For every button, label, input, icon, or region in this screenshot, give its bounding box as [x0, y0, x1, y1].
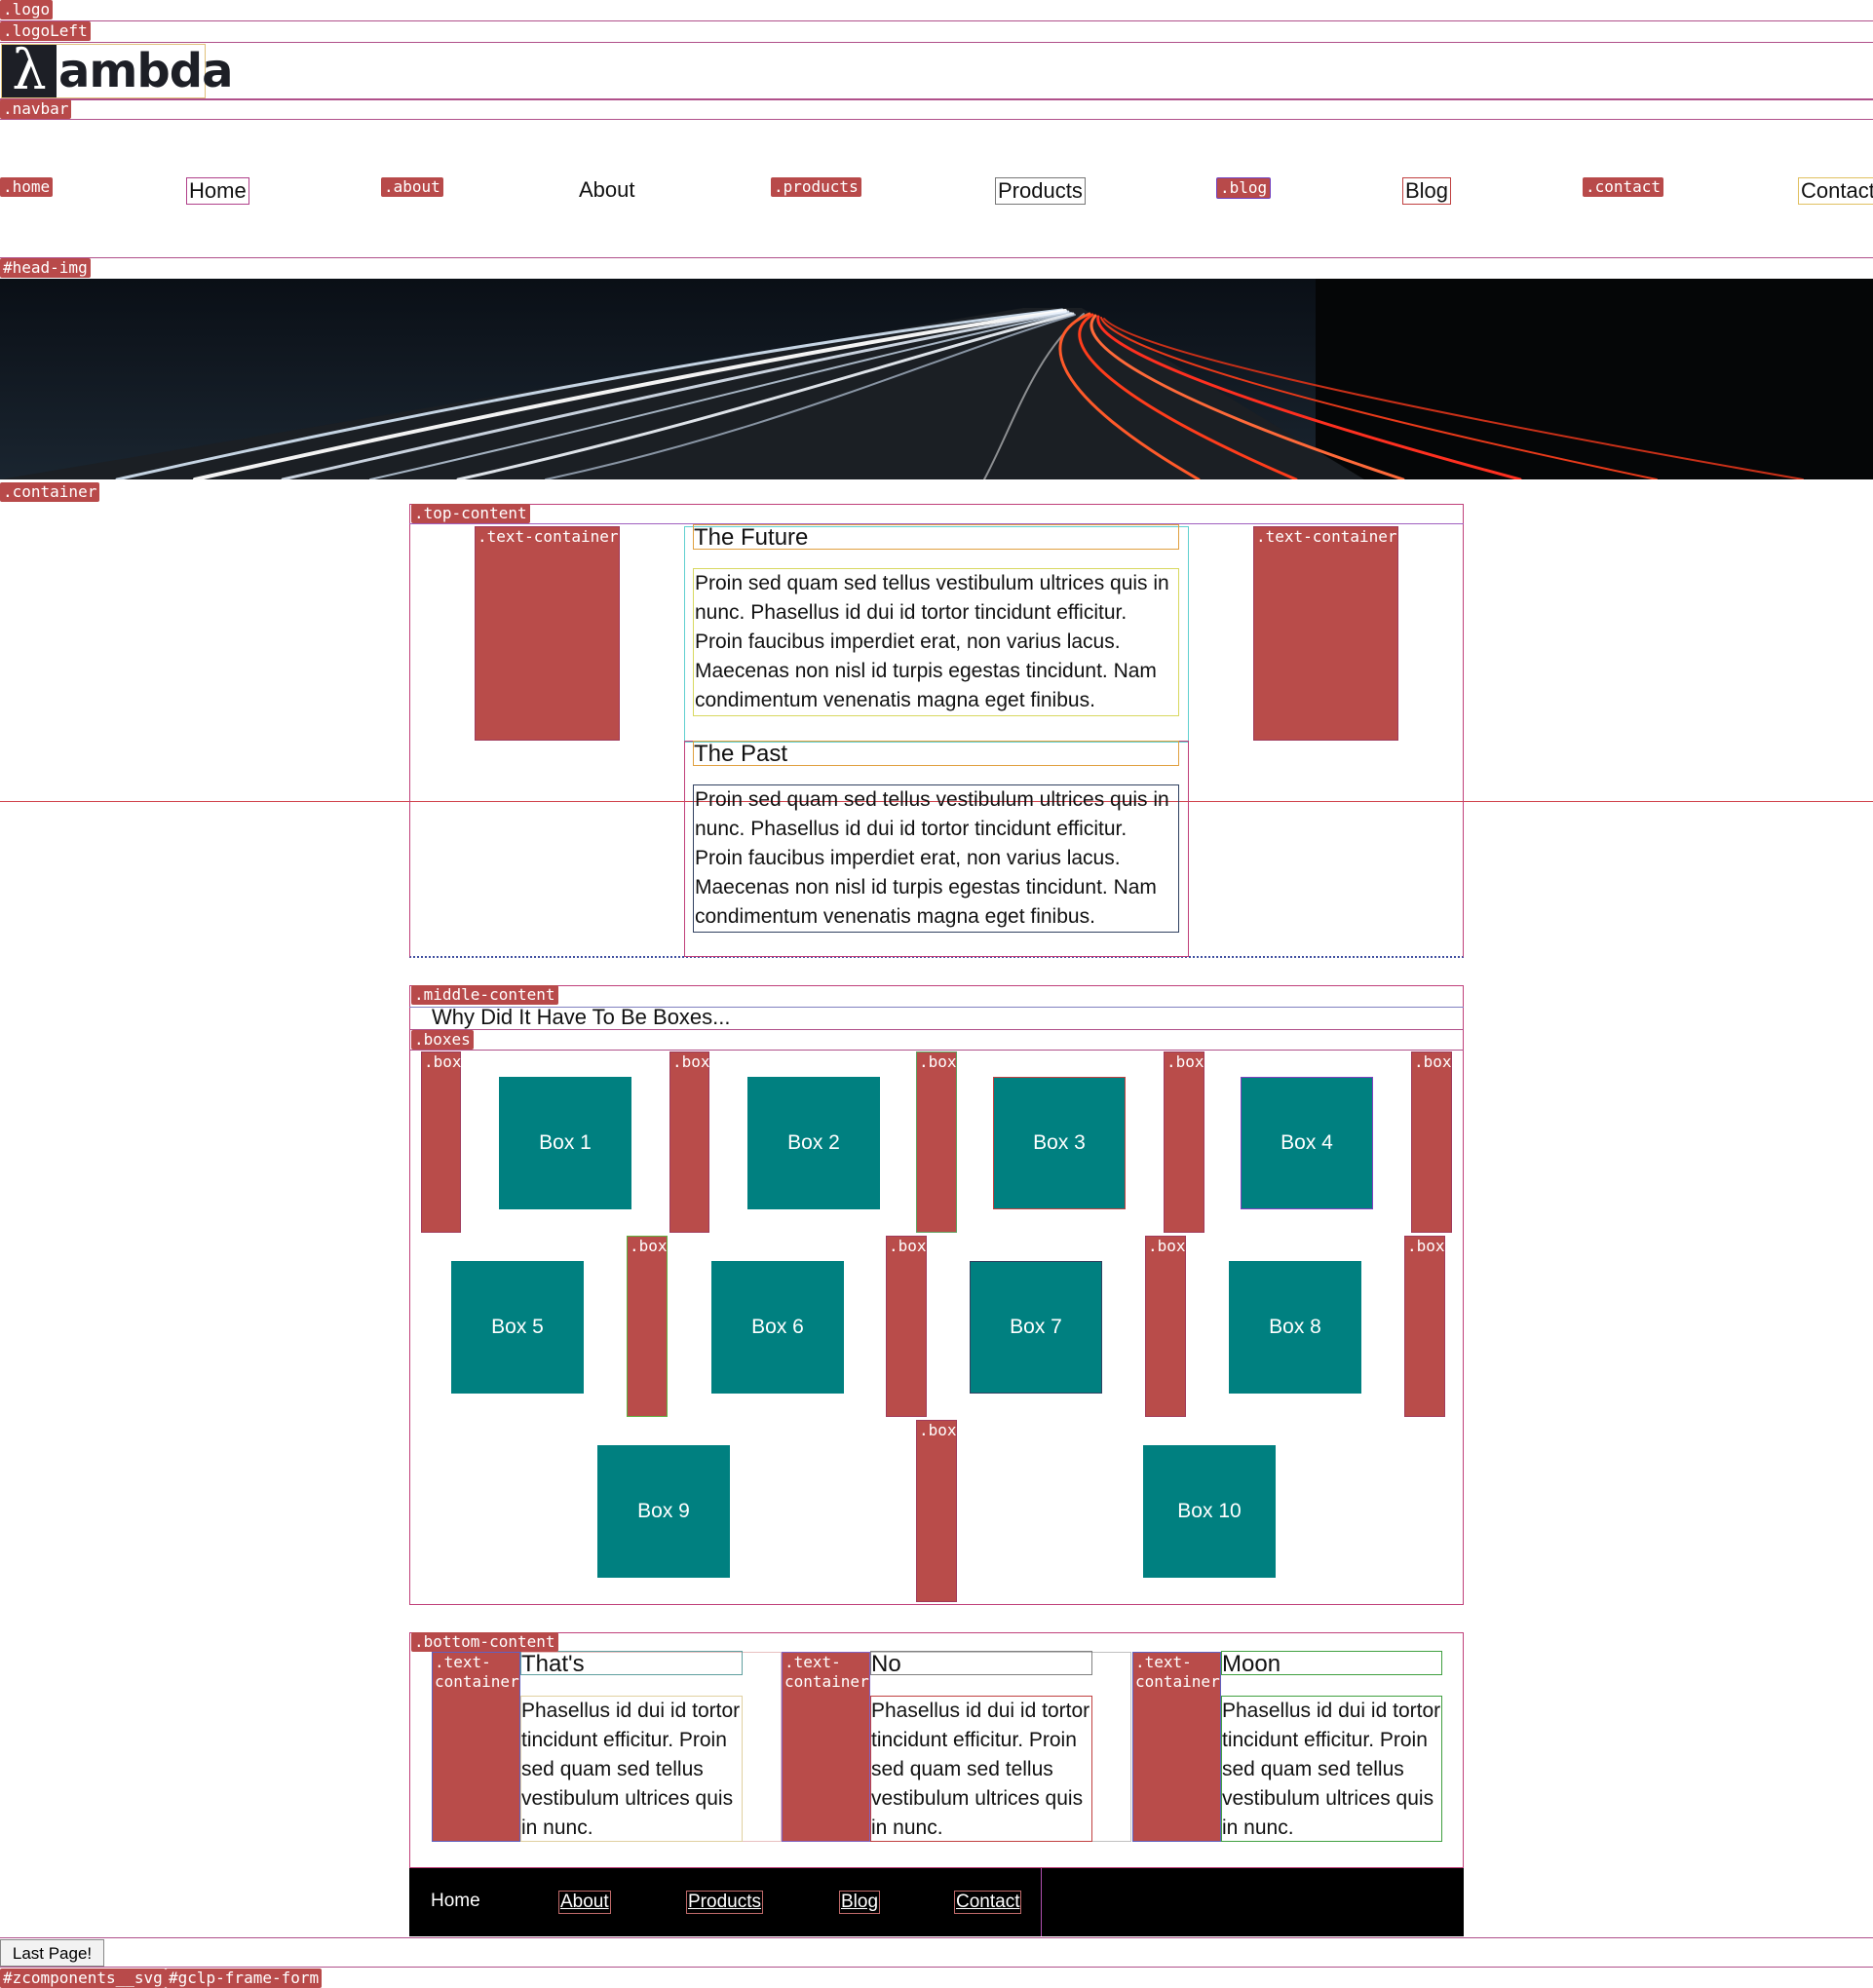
middle-heading: Why Did It Have To Be Boxes... — [432, 1005, 731, 1029]
bottom-text-3: Phasellus id dui id tortor tincidunt eff… — [1221, 1696, 1442, 1842]
products-tag: .products — [771, 177, 861, 197]
box-spacer: .box — [421, 1051, 462, 1233]
box-spacer: .box — [916, 1420, 957, 1602]
box-spacer: .box — [1404, 1236, 1445, 1417]
home-tag: .home — [0, 177, 54, 197]
box-spacer: .box — [1411, 1051, 1452, 1233]
contact-tag: .contact — [1583, 177, 1664, 197]
box-8: Box 8 — [1229, 1261, 1361, 1394]
box-spacer: .box — [669, 1051, 710, 1233]
text-container-tag: .text- container — [784, 1653, 869, 1691]
box-spacer: .box — [1164, 1051, 1204, 1233]
navbar-inner-outline — [0, 119, 1873, 120]
bottom-title-2: No — [870, 1651, 1092, 1677]
zcomponents-svg-tag: #zcomponents__svg — [0, 1969, 166, 1988]
box-tag: .box — [919, 1421, 957, 1439]
box-tag: .box — [889, 1237, 927, 1255]
footer-contact-link[interactable]: Contact — [954, 1891, 1022, 1914]
box-tag: .box — [1166, 1052, 1204, 1071]
navbar-bottom-outline — [0, 257, 1873, 258]
boxes-tag: .boxes — [411, 1030, 474, 1050]
text-container-tag: .text- container — [435, 1653, 519, 1691]
future-title: The Future — [693, 524, 1179, 551]
footer-blog-link[interactable]: Blog — [839, 1891, 881, 1914]
box-2: Box 2 — [747, 1077, 880, 1209]
future-text: Proin sed quam sed tellus vestibulum ult… — [693, 568, 1179, 716]
gclp-frame-form-tag: #gclp-frame-form — [166, 1969, 323, 1988]
bottom-text-2: Phasellus id dui id tortor tincidunt eff… — [870, 1696, 1092, 1842]
boxes-outline-top — [409, 1029, 1464, 1030]
box-tag: .box — [424, 1052, 462, 1071]
box-spacer: .box — [916, 1051, 957, 1233]
box-tag: .box — [1407, 1237, 1445, 1255]
nav-contact-link[interactable]: Contact — [1798, 177, 1873, 205]
box-spacer: .box — [1145, 1236, 1186, 1417]
logo-left-tag: .logoLeft — [0, 21, 91, 41]
box-tag: .box — [630, 1237, 668, 1255]
logo-left-outline — [0, 42, 1873, 43]
head-img — [0, 279, 1873, 479]
footer: Home About Products Blog Contact — [409, 1868, 1464, 1936]
bottom-text-container-1: .text- container — [432, 1652, 520, 1842]
page-bottom-outline — [0, 1937, 1873, 1938]
box-spacer: .box — [886, 1236, 927, 1417]
nav-blog-link[interactable]: Blog — [1402, 177, 1452, 205]
box-10: Box 10 — [1143, 1445, 1276, 1578]
box-4: Box 4 — [1241, 1077, 1373, 1209]
bottom-text-1: Phasellus id dui id tortor tincidunt eff… — [520, 1696, 743, 1842]
footer-about-link[interactable]: About — [558, 1891, 611, 1914]
box-3: Box 3 — [993, 1077, 1126, 1209]
box-spacer: .box — [627, 1236, 668, 1417]
bottom-content-tag: .bottom-content — [411, 1632, 558, 1652]
last-page-button[interactable]: Last Page! — [0, 1939, 104, 1967]
footer-products-link[interactable]: Products — [686, 1891, 763, 1914]
bottom-title-3: Moon — [1221, 1651, 1442, 1677]
box-tag: .box — [672, 1052, 710, 1071]
box-tag: .box — [1414, 1052, 1452, 1071]
box-1: Box 1 — [499, 1077, 631, 1209]
box-7: Box 7 — [970, 1261, 1102, 1394]
logo-tag: .logo — [0, 0, 54, 19]
highway-light-trails-image — [0, 279, 1873, 479]
lambda-logo[interactable]: λ ambda — [1, 44, 234, 98]
text-container-tag: .text-container — [1256, 527, 1397, 546]
box-5: Box 5 — [451, 1261, 584, 1394]
box-tag: .box — [1148, 1237, 1186, 1255]
bottom-title-1: That's — [520, 1651, 743, 1677]
text-container-left: .text-container — [475, 526, 620, 741]
boxes-outline — [409, 1050, 1464, 1051]
box-6: Box 6 — [711, 1261, 844, 1394]
text-container-right: .text-container — [1253, 526, 1398, 741]
footer-home-link[interactable]: Home — [431, 1891, 480, 1912]
text-container-tag: .text- container — [1135, 1653, 1220, 1691]
box-tag: .box — [919, 1052, 957, 1071]
about-tag: .about — [381, 177, 443, 197]
navbar-tag: .navbar — [0, 99, 72, 119]
past-text: Proin sed quam sed tellus vestibulum ult… — [693, 784, 1179, 933]
head-img-tag: #head-img — [0, 258, 91, 278]
navbar-top-outline — [0, 99, 1873, 100]
middle-content-tag: .middle-content — [411, 985, 558, 1005]
top-content-tag: .top-content — [411, 504, 530, 523]
svg-outline — [0, 1967, 1873, 1968]
text-container-tag: .text-container — [478, 527, 619, 546]
nav-home-link[interactable]: Home — [186, 177, 249, 205]
nav-products-link[interactable]: Products — [995, 177, 1086, 205]
logo-outline — [0, 20, 1873, 21]
logo-wordmark: ambda — [58, 44, 234, 98]
footer-divider — [1041, 1868, 1042, 1936]
lambda-symbol-icon: λ — [2, 44, 57, 98]
bottom-text-container-2: .text- container — [782, 1652, 870, 1842]
nav-about-link[interactable]: About — [577, 177, 637, 203]
container-tag: .container — [0, 482, 100, 502]
box-9: Box 9 — [597, 1445, 730, 1578]
blog-tag: .blog — [1216, 177, 1272, 199]
bottom-text-container-3: .text- container — [1132, 1652, 1221, 1842]
past-title: The Past — [693, 741, 1179, 767]
